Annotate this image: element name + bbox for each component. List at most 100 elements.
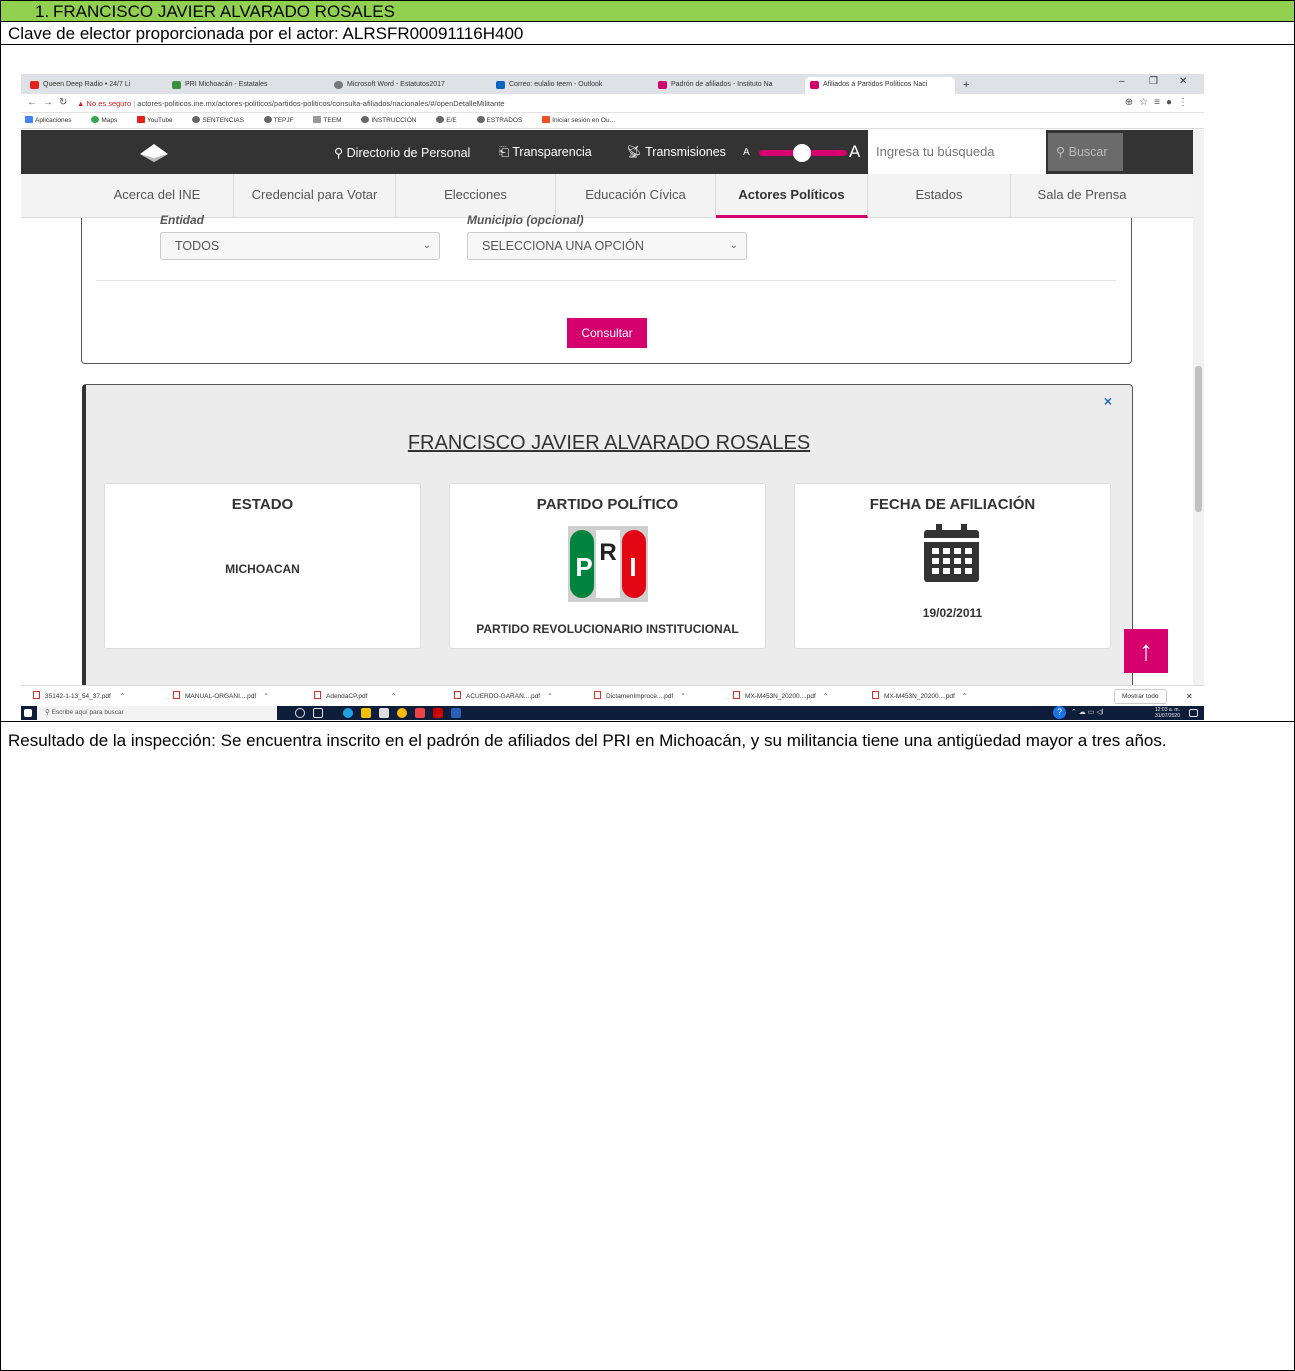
- pdf-icon: [314, 691, 321, 699]
- taskbar-clock[interactable]: 12:03 a. m. 31/07/2020: [1155, 707, 1180, 719]
- page-scrollbar[interactable]: [1193, 130, 1204, 720]
- globe-icon: [361, 116, 370, 123]
- inspection-result-row: Resultado de la inspección: Se encuentra…: [1, 721, 1294, 754]
- download-item[interactable]: MX-M453N_20200....pdf ⌃: [733, 686, 829, 707]
- browser-tab-bar: Queen Deep Radio • 24/7 Li PRI Michoacán…: [21, 74, 1204, 94]
- fecha-value: 19/02/2011: [922, 606, 983, 620]
- estado-value: MICHOACAN: [225, 562, 300, 576]
- search-input[interactable]: [868, 130, 1046, 174]
- browser-tab[interactable]: Microsoft Word - Estatutos2017: [329, 77, 489, 94]
- download-filename: MANUAL-ORGANI....pdf: [185, 693, 257, 700]
- download-item[interactable]: MX-M453N_20200....pdf ⌃: [872, 686, 968, 707]
- search-icon: ⚲: [45, 709, 52, 716]
- menu-credencial[interactable]: Credencial para Votar: [234, 174, 396, 218]
- bookmark-item[interactable]: TEPJF: [263, 116, 303, 124]
- municipio-select[interactable]: SELECCIONA UNA OPCIÓN ⌄: [467, 232, 747, 260]
- chrome-icon[interactable]: [397, 708, 407, 718]
- pri-logo-icon: P R I: [568, 526, 648, 602]
- new-tab-button[interactable]: +: [957, 75, 977, 92]
- pdf-icon: [733, 691, 740, 699]
- restore-icon[interactable]: ❐: [1149, 76, 1158, 87]
- download-item[interactable]: DictamenImproce....pdf ⌃: [594, 686, 686, 707]
- entidad-select[interactable]: TODOS ⌄: [160, 232, 440, 260]
- bookmark-item[interactable]: Iniciar sesión en Ou...: [542, 116, 624, 124]
- broadcast-icon: 📡︎: [626, 145, 646, 159]
- item-number: 1.: [35, 2, 50, 21]
- help-icon[interactable]: ?: [1053, 706, 1066, 719]
- teem-icon: [313, 116, 322, 123]
- download-item[interactable]: AdendaCP.pdf ⌃: [314, 686, 396, 707]
- browser-tab[interactable]: Correo: eulalio teem - Outlook: [491, 77, 651, 94]
- close-icon[interactable]: ×: [1104, 393, 1112, 409]
- microsoft-icon: [542, 116, 551, 123]
- task-view-icon[interactable]: [313, 708, 323, 718]
- cortana-icon[interactable]: [295, 708, 305, 718]
- pdf-icon: [454, 691, 461, 699]
- download-item[interactable]: ACUERDO-GARAN....pdf ⌃: [454, 686, 553, 707]
- chevron-down-icon: ⌄: [729, 240, 738, 251]
- store-icon[interactable]: [379, 708, 389, 718]
- directorio-link[interactable]: ⚲ Directorio de Personal: [334, 145, 470, 160]
- edge-icon[interactable]: [343, 708, 353, 718]
- close-window-icon[interactable]: ✕: [1179, 76, 1187, 87]
- bookmark-item[interactable]: INSTRUCCIÓN: [361, 116, 425, 124]
- bookmark-item[interactable]: Maps: [91, 116, 126, 124]
- pdf-icon: [33, 691, 40, 699]
- svg-text:I: I: [629, 552, 636, 582]
- notifications-icon[interactable]: [1189, 709, 1198, 717]
- tab-label: Queen Deep Radio • 24/7 Li: [43, 81, 131, 88]
- menu-estados[interactable]: Estados: [868, 174, 1011, 218]
- bookmark-item[interactable]: TEEM: [313, 116, 350, 124]
- search-button[interactable]: ⚲ Buscar: [1048, 133, 1123, 171]
- file-explorer-icon[interactable]: [361, 708, 371, 718]
- browser-tab-active[interactable]: Afiliados a Partidos Políticos Naci: [805, 77, 955, 94]
- browser-tab[interactable]: Padrón de afiliados - Instituto Na: [653, 77, 803, 94]
- url-field[interactable]: ▲ No es seguro | actores-politicos.ine.m…: [77, 96, 1167, 111]
- scroll-thumb[interactable]: [1195, 366, 1202, 512]
- back-icon[interactable]: ←: [27, 97, 37, 108]
- close-downloads-icon[interactable]: ✕: [1186, 686, 1193, 707]
- menu-sala-de-prensa[interactable]: Sala de Prensa: [1011, 174, 1153, 218]
- menu-acerca-del-ine[interactable]: Acerca del INE: [81, 174, 234, 218]
- download-item[interactable]: 35142-1-13_54_37.pdf ⌃: [33, 686, 125, 707]
- menu-elecciones[interactable]: Elecciones: [396, 174, 556, 218]
- bookmark-item[interactable]: SENTENCIAS: [192, 116, 253, 124]
- ine-logo-icon[interactable]: [139, 142, 169, 164]
- tab-label: Microsoft Word - Estatutos2017: [347, 81, 445, 88]
- font-size-slider[interactable]: A A: [739, 130, 867, 174]
- browser-tab[interactable]: PRI Michoacán - Estatales: [167, 77, 327, 94]
- download-item[interactable]: MANUAL-ORGANI....pdf ⌃: [173, 686, 269, 707]
- acrobat-icon[interactable]: [433, 708, 443, 718]
- partido-header: PARTIDO POLÍTICO: [536, 496, 679, 513]
- forward-icon[interactable]: →: [43, 97, 53, 108]
- tray-icons[interactable]: ⌃ ☁ ▭ ◁ǀ: [1071, 708, 1104, 716]
- document-table: 1. FRANCISCO JAVIER ALVARADO ROSALES Cla…: [0, 0, 1295, 1371]
- windows-start-icon[interactable]: [24, 709, 32, 717]
- consultar-button[interactable]: Consultar: [567, 318, 647, 348]
- menu-actores-politicos[interactable]: Actores Políticos: [716, 174, 868, 218]
- transparencia-link[interactable]: ⎗ Transparencia: [499, 145, 592, 160]
- app-icon[interactable]: [415, 708, 425, 718]
- browser-tab[interactable]: Queen Deep Radio • 24/7 Li: [25, 77, 165, 94]
- browser-actions[interactable]: ⊕☆≡●⋮: [1125, 97, 1194, 108]
- bookmark-label: YouTube: [147, 117, 173, 124]
- transmisiones-link[interactable]: 📡︎ Transmisiones: [626, 145, 726, 160]
- scroll-to-top-button[interactable]: ↑: [1124, 629, 1168, 673]
- word-icon[interactable]: [451, 708, 461, 718]
- bookmark-label: TEPJF: [273, 117, 294, 124]
- download-filename: DictamenImproce....pdf: [606, 693, 674, 700]
- reload-icon[interactable]: ↻: [59, 97, 67, 108]
- bookmark-item[interactable]: YouTube: [137, 116, 182, 124]
- bookmark-item[interactable]: Aplicaciones: [25, 116, 81, 124]
- show-all-button[interactable]: Mostrar todo: [1114, 689, 1167, 704]
- minimize-icon[interactable]: –: [1119, 76, 1125, 87]
- bookmark-item[interactable]: E/E: [436, 116, 465, 124]
- taskbar-search[interactable]: ⚲ Escribe aquí para buscar: [37, 706, 277, 720]
- bookmark-item[interactable]: ESTRADOS: [476, 116, 532, 124]
- transparency-icon: ⎗: [499, 145, 513, 159]
- slider-knob[interactable]: [793, 144, 811, 162]
- youtube-icon: [30, 81, 39, 89]
- militante-name: FRANCISCO JAVIER ALVARADO ROSALES: [407, 432, 811, 454]
- menu-educacion-civica[interactable]: Educación Cívica: [556, 174, 716, 218]
- municipio-label: Municipio (opcional): [467, 213, 584, 227]
